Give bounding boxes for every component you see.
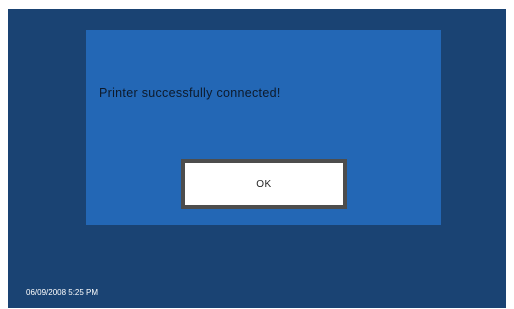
- ok-button[interactable]: OK: [181, 159, 347, 209]
- status-datetime: 06/09/2008 5:25 PM: [26, 288, 99, 297]
- device-screen: Printer successfully connected! OK 06/09…: [8, 9, 506, 308]
- confirmation-dialog: Printer successfully connected! OK: [86, 30, 441, 225]
- dialog-message: Printer successfully connected!: [99, 86, 281, 100]
